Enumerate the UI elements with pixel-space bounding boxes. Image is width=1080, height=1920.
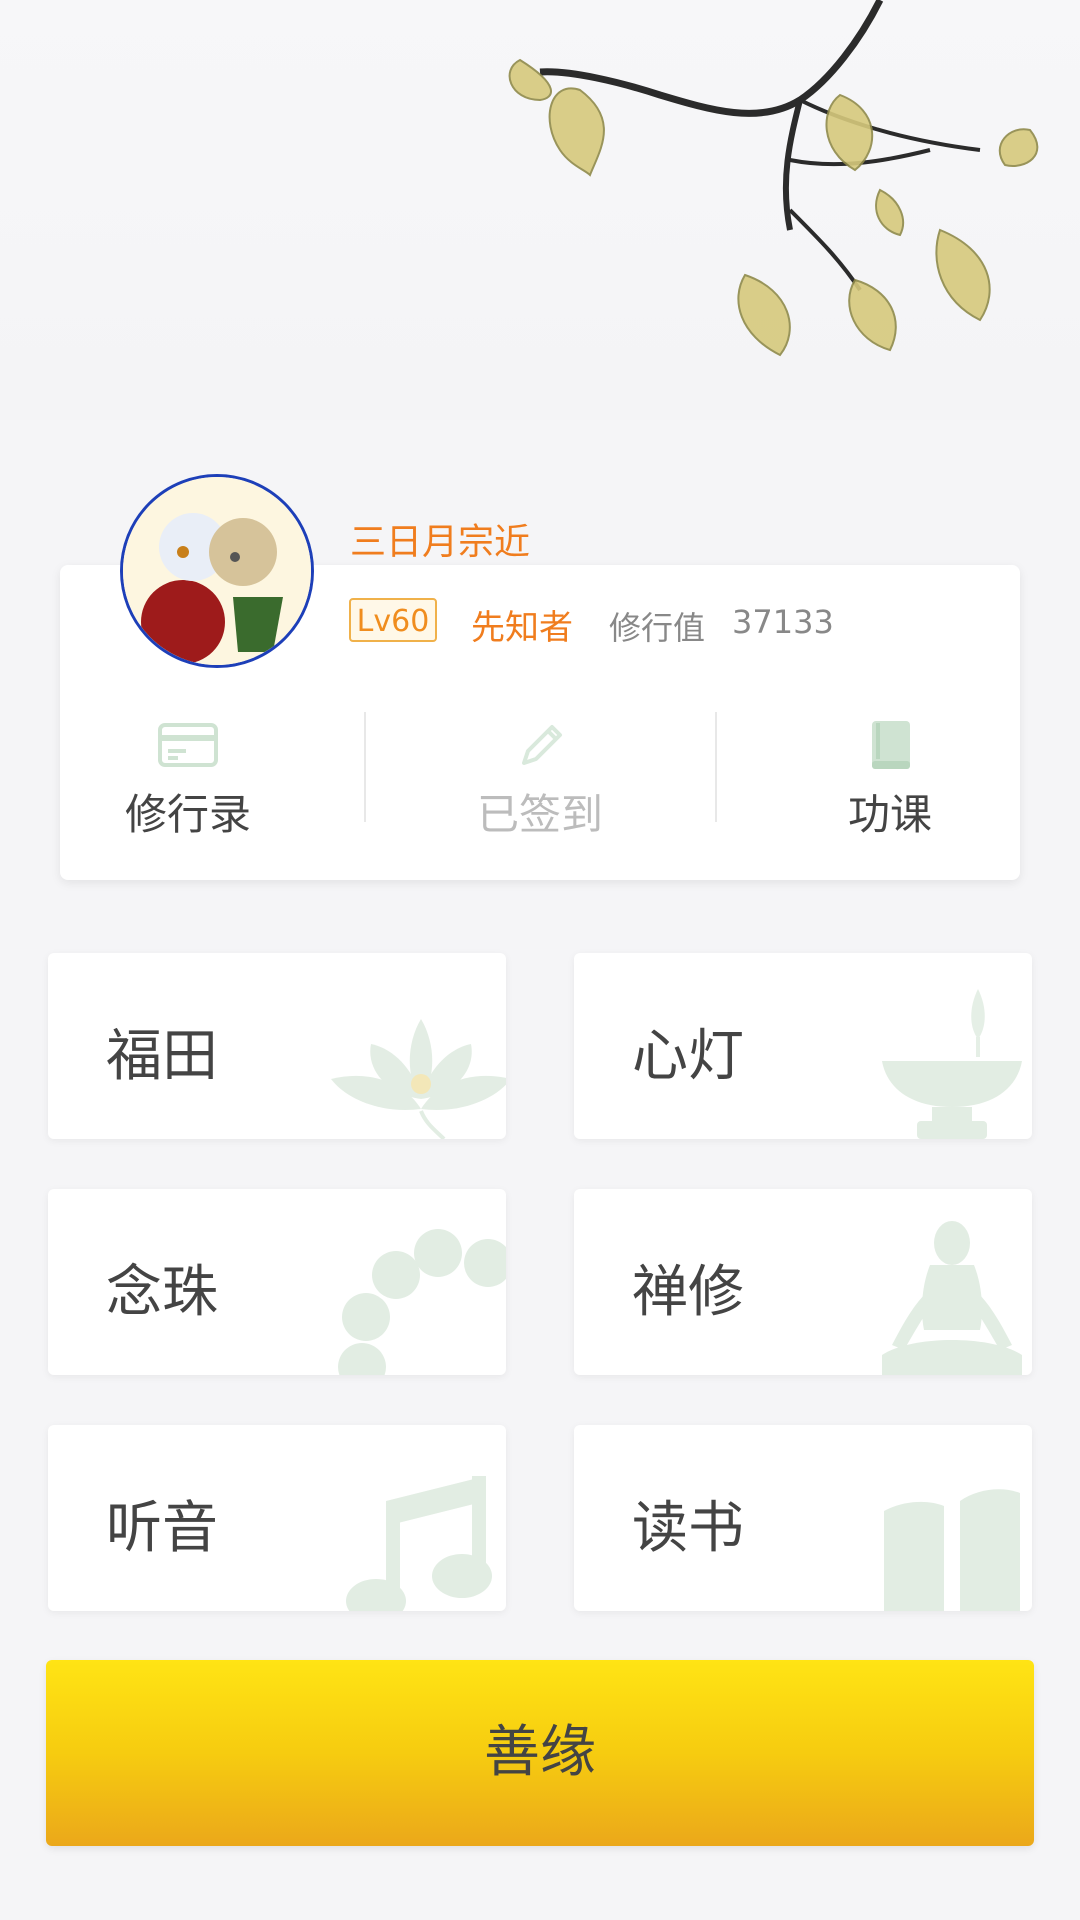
daily-lesson-button[interactable]: 功课: [740, 705, 1040, 855]
tile-heart-lamp[interactable]: 心灯: [574, 953, 1032, 1139]
checked-in-button[interactable]: 已签到: [390, 705, 690, 855]
tile-label: 读书: [632, 1496, 744, 1561]
good-karma-label: 善缘: [484, 1720, 596, 1785]
tile-listen-audio[interactable]: 听音: [48, 1425, 506, 1611]
beads-icon: [338, 1229, 506, 1375]
practice-record-label: 修行录: [124, 790, 251, 839]
bodhi-branch-illustration: [508, 0, 1039, 357]
tile-label: 禅修: [632, 1260, 744, 1325]
avatar-image: [123, 477, 311, 665]
tile-meditation[interactable]: 禅修: [574, 1189, 1032, 1375]
practice-value-label: 修行值: [609, 609, 706, 647]
tile-label: 听音: [106, 1496, 218, 1561]
card-icon: [158, 723, 218, 767]
checked-in-label: 已签到: [476, 790, 603, 839]
daily-lesson-label: 功课: [847, 790, 932, 839]
tile-blessing-field[interactable]: 福田: [48, 953, 506, 1139]
divider: [715, 712, 717, 822]
divider: [364, 712, 366, 822]
tile-prayer-beads[interactable]: 念珠: [48, 1189, 506, 1375]
username: 三日月宗近: [350, 522, 531, 563]
tile-label: 心灯: [632, 1024, 744, 1089]
book-icon: [872, 721, 910, 769]
hero-banner: [0, 0, 1080, 420]
music-note-icon: [346, 1476, 492, 1611]
tile-label: 念珠: [106, 1260, 218, 1325]
lotus-icon: [331, 1019, 506, 1139]
good-karma-button[interactable]: 善缘: [46, 1660, 1034, 1846]
open-book-icon: [884, 1489, 1020, 1611]
practice-value: 37133: [732, 603, 834, 641]
tile-label: 福田: [106, 1024, 218, 1089]
practice-record-button[interactable]: 修行录: [38, 705, 338, 855]
lamp-icon: [882, 989, 1022, 1139]
avatar[interactable]: [120, 474, 314, 668]
pencil-icon: [522, 725, 562, 765]
level-badge: Lv60: [349, 598, 437, 642]
tile-read-books[interactable]: 读书: [574, 1425, 1032, 1611]
user-title: 先知者: [471, 608, 573, 648]
meditation-icon: [882, 1221, 1022, 1375]
